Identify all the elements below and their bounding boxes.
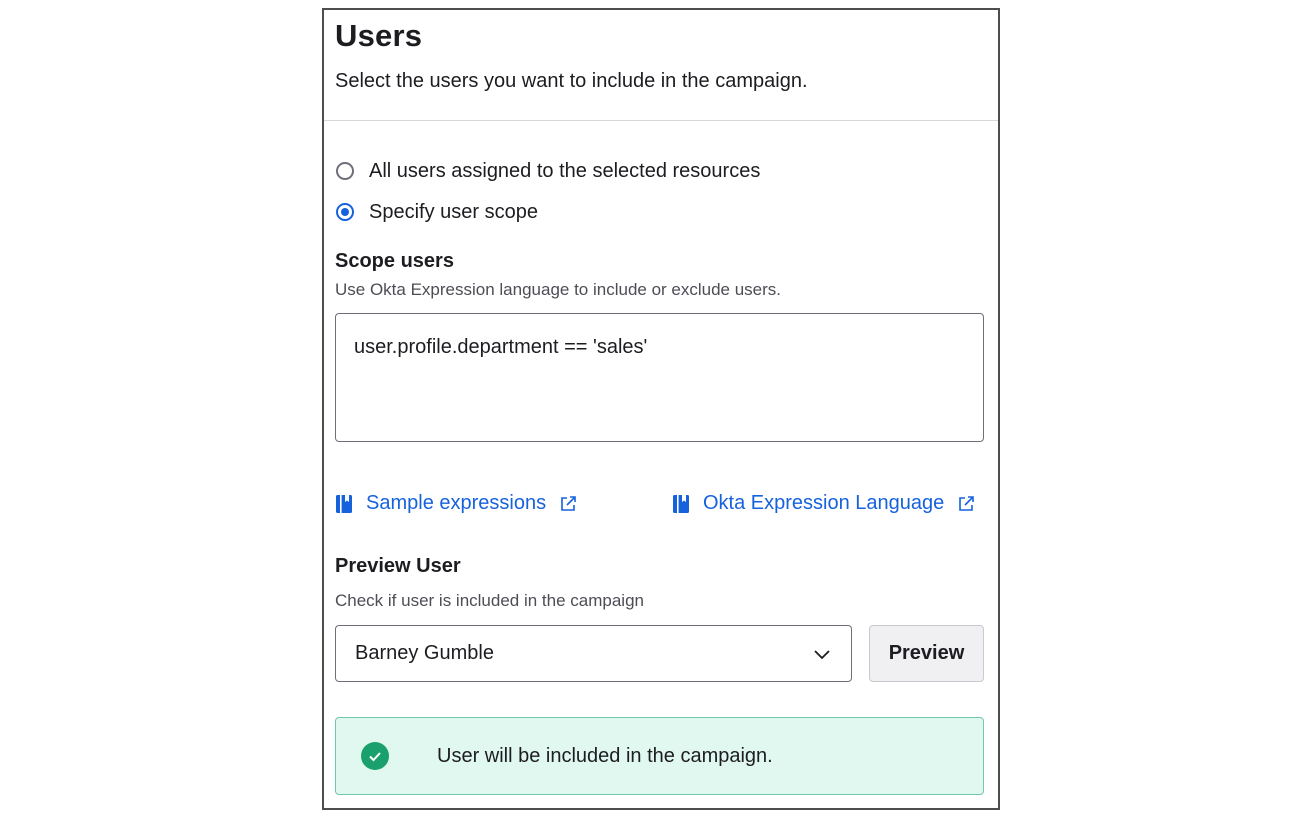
book-icon: [336, 494, 352, 513]
radio-label: Specify user scope: [369, 200, 538, 223]
success-callout: User will be included in the campaign.: [335, 717, 984, 795]
scope-users-hint: Use Okta Expression language to include …: [335, 280, 782, 299]
external-link-icon: [959, 495, 975, 511]
sample-expressions-link[interactable]: Sample expressions: [335, 492, 577, 515]
scope-users-label: Scope users: [335, 250, 454, 272]
radio-button[interactable]: [336, 162, 354, 180]
chevron-down-icon: [814, 650, 830, 660]
users-panel: Users Select the users you want to inclu…: [322, 8, 1000, 810]
external-link-icon: [561, 495, 576, 511]
page-title: Users: [335, 18, 423, 53]
radio-button-selected[interactable]: [336, 203, 354, 221]
sample-expressions-label: Sample expressions: [366, 492, 547, 514]
preview-user-select[interactable]: Barney Gumble: [335, 625, 852, 682]
preview-button[interactable]: Preview: [869, 625, 984, 682]
preview-user-label: Preview User: [335, 555, 461, 577]
okta-expression-language-label: Okta Expression Language: [703, 492, 945, 514]
okta-expression-language-link[interactable]: Okta Expression Language: [672, 492, 975, 515]
selected-user-value: Barney Gumble: [355, 642, 494, 664]
scope-expression-textarea[interactable]: user.profile.department == 'sales': [335, 313, 984, 442]
radio-all-users[interactable]: All users assigned to the selected resou…: [335, 157, 760, 185]
page-subtitle: Select the users you want to include in …: [335, 70, 808, 92]
radio-specify-scope[interactable]: Specify user scope: [335, 198, 538, 226]
panel-header: Users Select the users you want to inclu…: [324, 10, 998, 121]
preview-user-hint: Check if user is included in the campaig…: [335, 591, 644, 610]
check-circle-icon: [361, 742, 389, 770]
book-icon: [673, 494, 689, 513]
success-message: User will be included in the campaign.: [437, 744, 773, 767]
radio-label: All users assigned to the selected resou…: [369, 159, 761, 182]
